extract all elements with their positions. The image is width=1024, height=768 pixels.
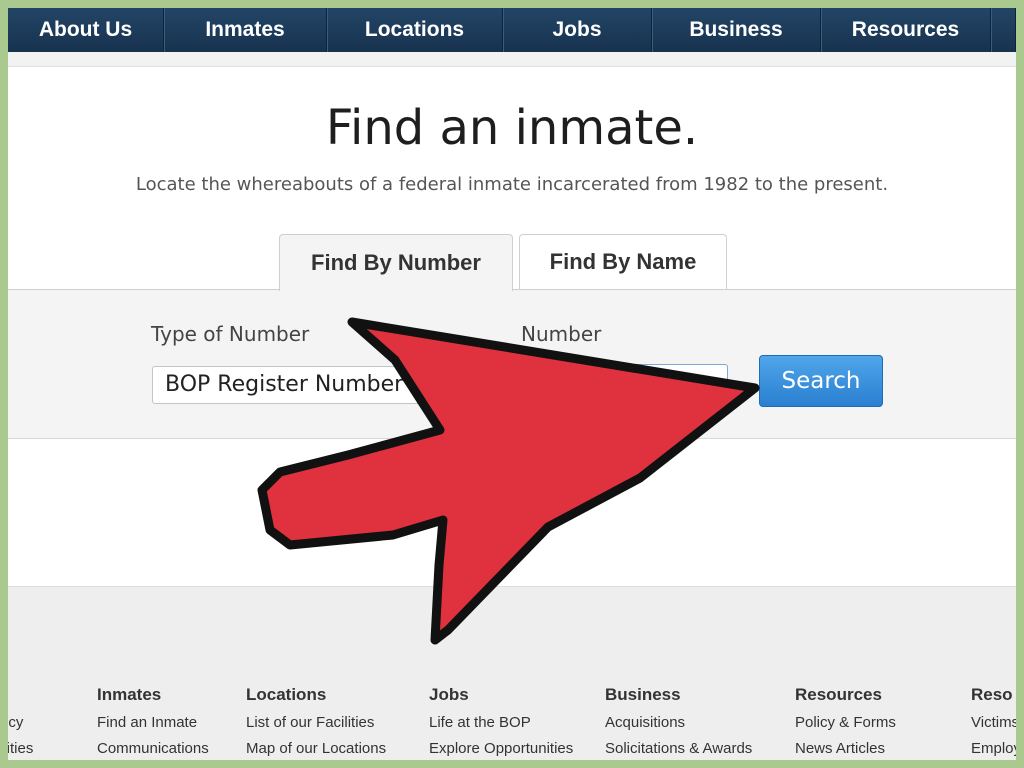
nav-item-jobs[interactable]: Jobs: [503, 8, 652, 52]
footer-link[interactable]: ncy: [8, 710, 33, 736]
page-subtitle: Locate the whereabouts of a federal inma…: [135, 174, 889, 195]
footer-column-partial: Reso Victims Employ: [971, 684, 1016, 760]
footer-column-locations: Locations List of our Facilities Map of …: [246, 684, 386, 760]
nav-shadow-strip: [8, 52, 1016, 67]
footer-link[interactable]: Acquisitions: [605, 710, 752, 736]
nav-item-resources[interactable]: Resources: [821, 8, 991, 52]
nav-item-inmates[interactable]: Inmates: [164, 8, 327, 52]
footer-link[interactable]: Solicitations & Awards: [605, 736, 752, 760]
footer-heading: [8, 684, 33, 710]
footer-column-jobs: Jobs Life at the BOP Explore Opportuniti…: [429, 684, 573, 760]
footer-column-business: Business Acquisitions Solicitations & Aw…: [605, 684, 752, 760]
footer-heading: Inmates: [97, 685, 162, 704]
nav-item-about-us[interactable]: About Us: [8, 8, 164, 52]
footer-column-resources: Resources Policy & Forms News Articles: [795, 684, 896, 760]
footer-link[interactable]: Life at the BOP: [429, 710, 573, 736]
footer-link[interactable]: Employ: [971, 736, 1016, 760]
type-of-number-select[interactable]: BOP Register Number: [152, 366, 442, 404]
footer-heading: Jobs: [429, 685, 469, 704]
footer-link[interactable]: Policy & Forms: [795, 710, 896, 736]
footer-link[interactable]: Find an Inmate: [97, 710, 209, 736]
footer-link[interactable]: ilities: [8, 736, 33, 760]
footer-link[interactable]: Victims: [971, 710, 1016, 736]
footer-link[interactable]: Communications: [97, 736, 209, 760]
footer-link[interactable]: List of our Facilities: [246, 710, 386, 736]
footer-heading: Reso: [971, 685, 1013, 704]
tab-find-by-name[interactable]: Find By Name: [519, 234, 727, 289]
page-frame: About Us Inmates Locations Jobs Business…: [8, 8, 1016, 760]
number-label: Number: [521, 322, 602, 346]
type-of-number-label: Type of Number: [151, 322, 310, 346]
footer-link[interactable]: Map of our Locations: [246, 736, 386, 760]
search-button[interactable]: Search: [759, 355, 883, 407]
footer-column-agency: ncy ilities: [8, 684, 33, 760]
page-title: Find an inmate.: [325, 100, 699, 156]
nav-item-business[interactable]: Business: [652, 8, 821, 52]
footer-heading: Resources: [795, 685, 882, 704]
number-input[interactable]: [520, 364, 728, 404]
footer-heading: Locations: [246, 685, 327, 704]
caret-right-icon: ▸: [614, 471, 621, 486]
nav-item-locations[interactable]: Locations: [327, 8, 503, 52]
availability-link[interactable]: ailability ▸: [528, 465, 621, 487]
availability-link-text: ailability: [528, 465, 609, 487]
footer-column-inmates: Inmates Find an Inmate Communications: [97, 684, 209, 760]
tab-find-by-number[interactable]: Find By Number: [279, 234, 513, 291]
top-navigation: About Us Inmates Locations Jobs Business…: [8, 8, 1016, 52]
footer-link[interactable]: Explore Opportunities: [429, 736, 573, 760]
nav-item-partial[interactable]: [991, 8, 1016, 52]
footer-heading: Business: [605, 685, 681, 704]
footer-link[interactable]: News Articles: [795, 736, 896, 760]
